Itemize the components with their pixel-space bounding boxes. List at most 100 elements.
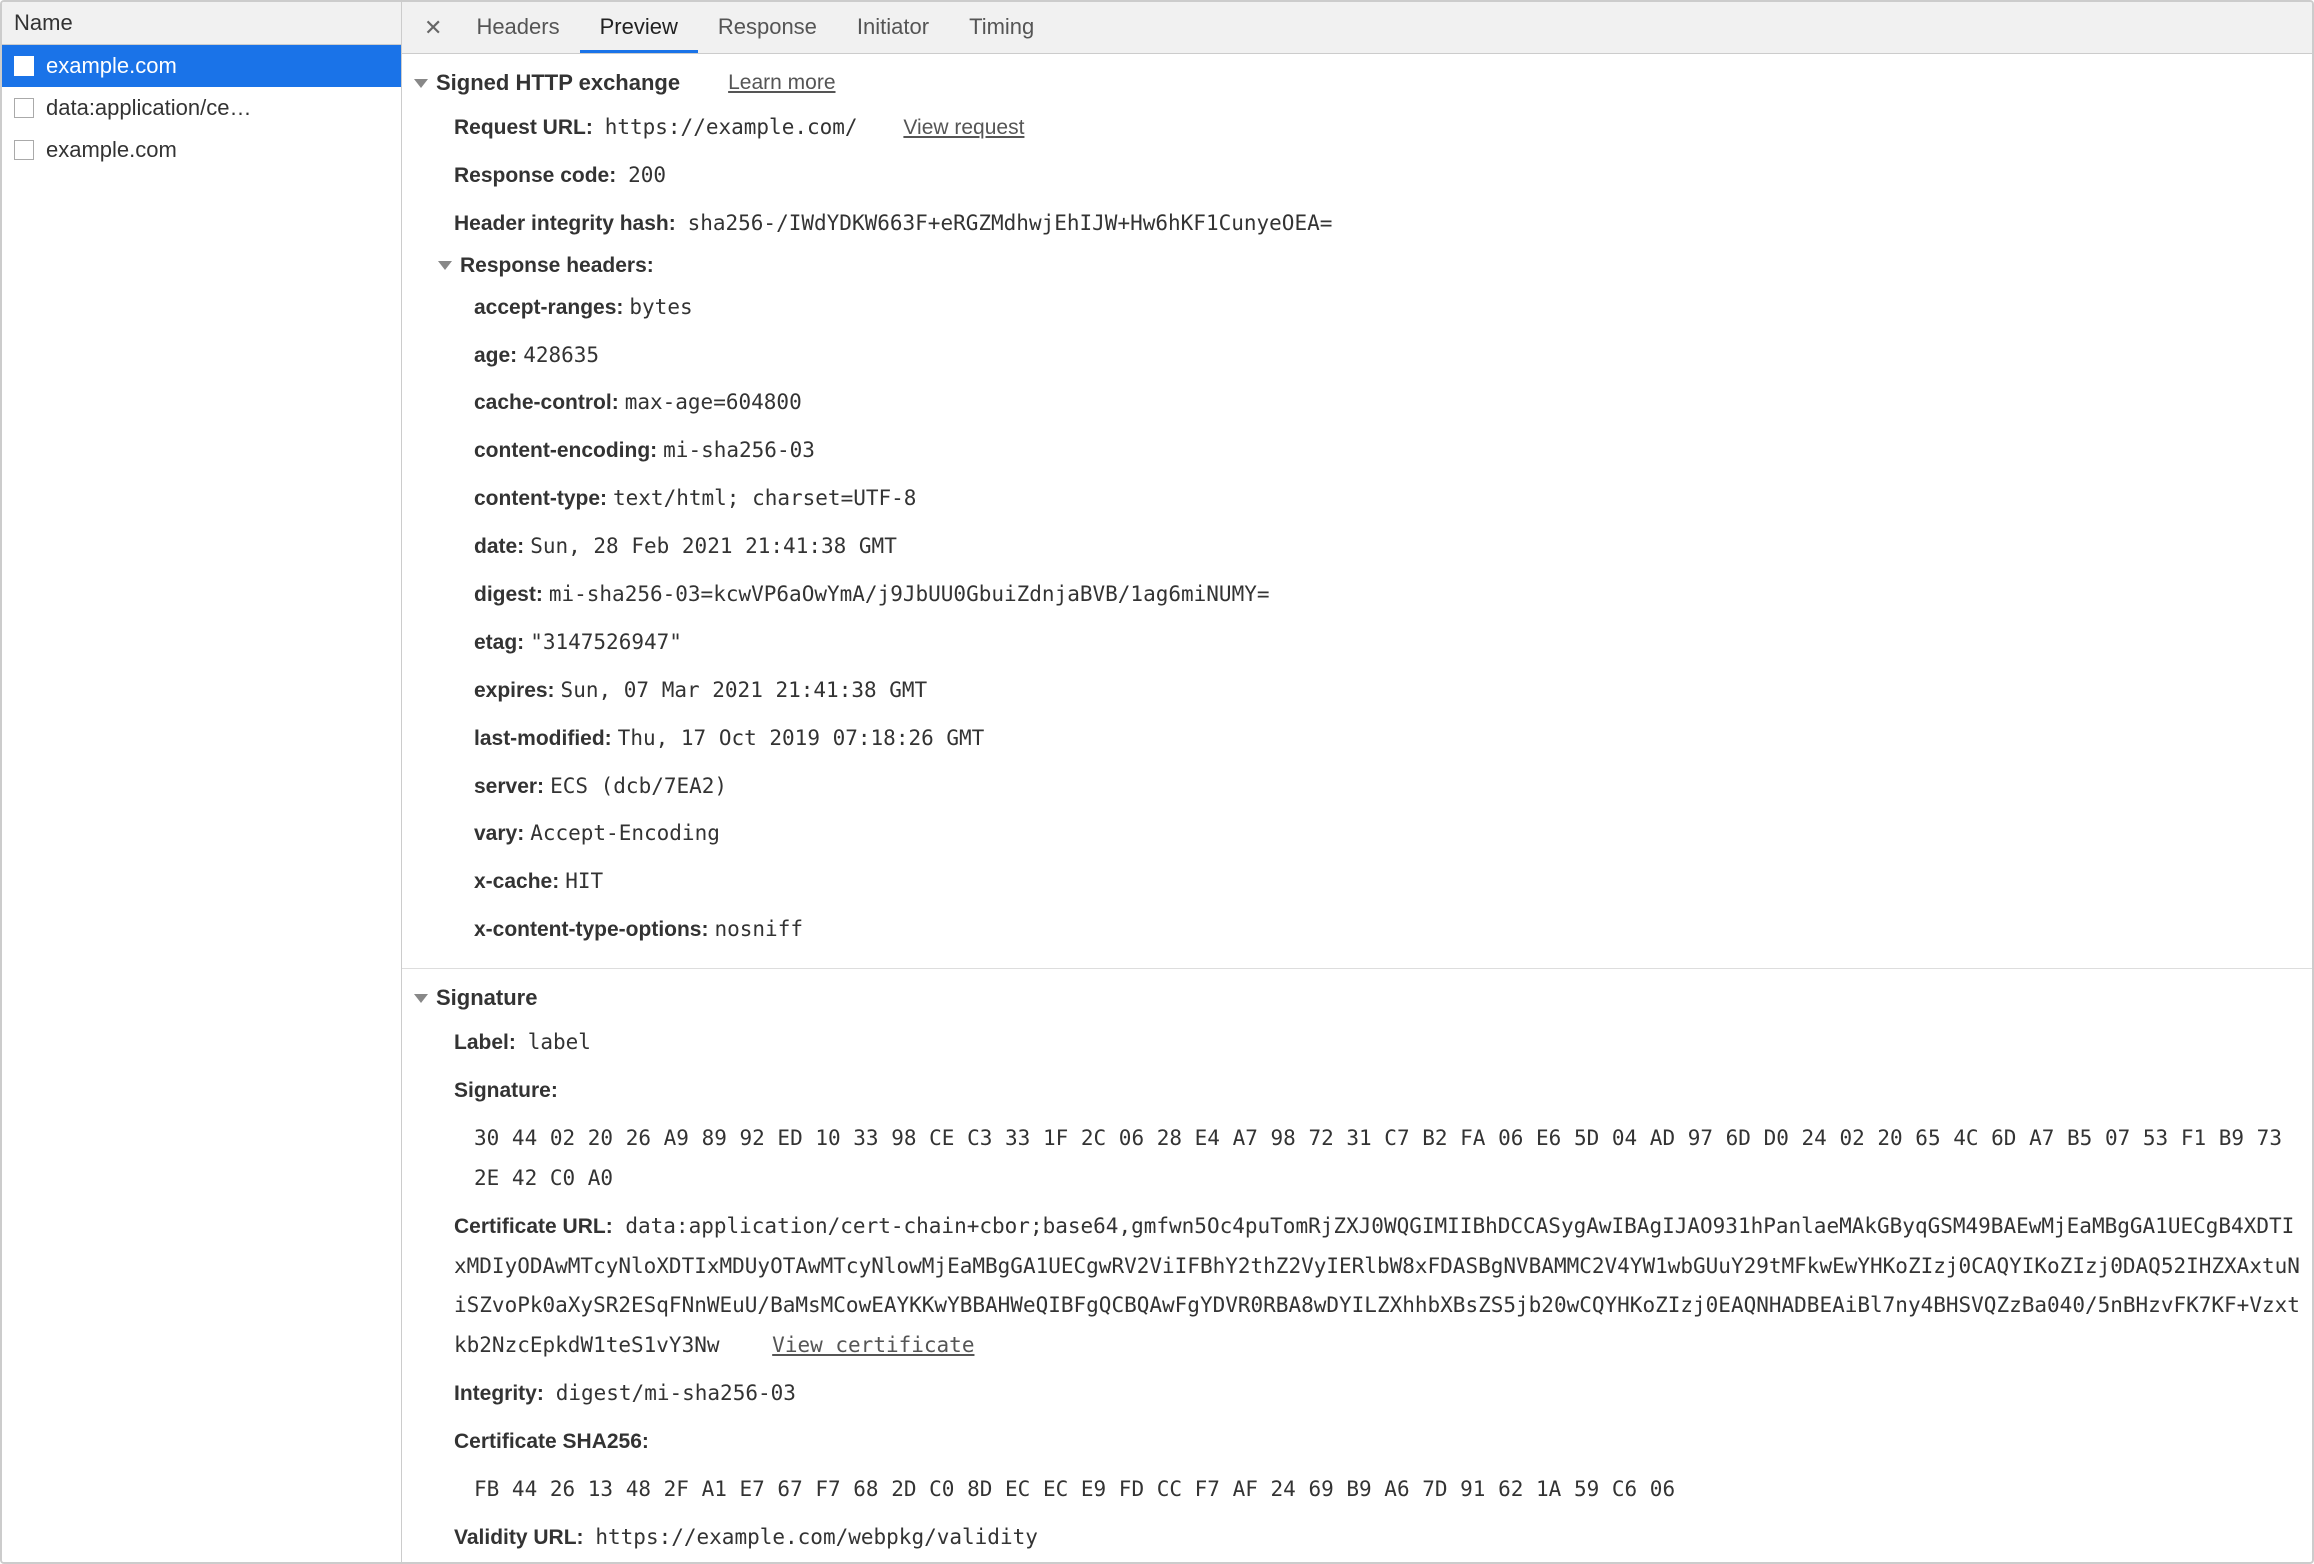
field-value: 200: [628, 163, 666, 187]
header-value: mi-sha256-03=kcwVP6aOwYmA/j9JbUU0GbuiZdn…: [549, 582, 1270, 606]
tab-initiator[interactable]: Initiator: [837, 2, 949, 53]
disclosure-triangle-icon: [414, 994, 428, 1003]
header-key: expires:: [474, 679, 555, 702]
response-header-row: content-type: text/html; charset=UTF-8: [402, 475, 2312, 523]
field-request-url: Request URL: https://example.com/ View r…: [402, 104, 2312, 152]
header-key: accept-ranges:: [474, 296, 623, 319]
field-validity-url: Validity URL: https://example.com/webpkg…: [402, 1514, 2312, 1562]
header-key: server:: [474, 775, 544, 798]
request-label: data:application/ce…: [46, 95, 251, 121]
request-label: example.com: [46, 53, 177, 79]
file-icon: [14, 98, 34, 118]
network-request-item[interactable]: example.com: [2, 45, 401, 87]
subsection-response-headers[interactable]: Response headers:: [402, 248, 2312, 284]
header-key: etag:: [474, 631, 524, 654]
field-value: label: [528, 1030, 591, 1054]
network-request-item[interactable]: example.com: [2, 129, 401, 171]
field-key: Certificate SHA256:: [454, 1430, 649, 1453]
header-key: content-type:: [474, 487, 607, 510]
section-signed-exchange: Signed HTTP exchange Learn more Request …: [402, 54, 2312, 969]
header-value: bytes: [629, 295, 692, 319]
header-key: date:: [474, 535, 524, 558]
response-header-row: server: ECS (dcb/7EA2): [402, 763, 2312, 811]
field-certificate-sha256: Certificate SHA256:: [402, 1418, 2312, 1466]
learn-more-link[interactable]: Learn more: [728, 71, 835, 95]
field-key: Header integrity hash:: [454, 212, 676, 235]
field-key: Signature:: [454, 1079, 558, 1102]
header-value: text/html; charset=UTF-8: [613, 486, 916, 510]
response-header-row: expires: Sun, 07 Mar 2021 21:41:38 GMT: [402, 667, 2312, 715]
preview-content[interactable]: Signed HTTP exchange Learn more Request …: [402, 54, 2312, 1562]
header-value: max-age=604800: [625, 390, 802, 414]
disclosure-triangle-icon: [438, 261, 452, 270]
header-value: Sun, 28 Feb 2021 21:41:38 GMT: [530, 534, 897, 558]
signature-hex: 30 44 02 20 26 A9 89 92 ED 10 33 98 CE C…: [402, 1115, 2312, 1203]
field-value: data:application/cert-chain+cbor;base64,…: [454, 1214, 2300, 1358]
field-integrity: Integrity: digest/mi-sha256-03: [402, 1370, 2312, 1418]
field-key: Label:: [454, 1031, 516, 1054]
field-response-code: Response code: 200: [402, 152, 2312, 200]
section-header[interactable]: Signed HTTP exchange Learn more: [402, 62, 2312, 104]
section-header[interactable]: Signature: [402, 977, 2312, 1019]
header-value: ECS (dcb/7EA2): [550, 774, 727, 798]
subsection-title: Response headers:: [460, 254, 654, 278]
field-certificate-url: Certificate URL: data:application/cert-c…: [402, 1203, 2312, 1371]
tab-headers[interactable]: Headers: [456, 2, 579, 53]
response-header-row: x-cache:HIT: [402, 858, 2312, 906]
header-value: nosniff: [714, 917, 803, 941]
header-value: Accept-Encoding: [530, 821, 720, 845]
certificate-sha256-hex: FB 44 26 13 48 2F A1 E7 67 F7 68 2D C0 8…: [402, 1466, 2312, 1514]
close-icon[interactable]: ✕: [410, 5, 456, 51]
section-signature: Signature Label: label Signature: 30 44 …: [402, 969, 2312, 1562]
tab-preview[interactable]: Preview: [580, 2, 698, 53]
response-header-row: digest: mi-sha256-03=kcwVP6aOwYmA/j9JbUU0…: [402, 571, 2312, 619]
view-certificate-link[interactable]: View certificate: [772, 1333, 974, 1357]
field-key: Response code:: [454, 164, 616, 187]
field-label: Label: label: [402, 1019, 2312, 1067]
response-header-row: content-encoding: mi-sha256-03: [402, 427, 2312, 475]
tab-timing[interactable]: Timing: [949, 2, 1054, 53]
devtools-window: Name example.com data:application/ce… ex…: [0, 0, 2314, 1564]
response-header-row: vary:Accept-Encoding: [402, 810, 2312, 858]
response-header-row: date: Sun, 28 Feb 2021 21:41:38 GMT: [402, 523, 2312, 571]
header-key: content-encoding:: [474, 439, 657, 462]
header-value: 428635: [523, 343, 599, 367]
response-header-row: last-modified: Thu, 17 Oct 2019 07:18:26 …: [402, 715, 2312, 763]
detail-tabbar: ✕ Headers Preview Response Initiator Tim…: [402, 2, 2312, 54]
field-value: sha256-/IWdYDKW663F+eRGZMdhwjEhIJW+Hw6hK…: [688, 211, 1333, 235]
header-value: Sun, 07 Mar 2021 21:41:38 GMT: [561, 678, 928, 702]
field-key: Certificate URL:: [454, 1215, 613, 1238]
network-request-item[interactable]: data:application/ce…: [2, 87, 401, 129]
response-header-row: etag: "3147526947": [402, 619, 2312, 667]
field-key: Integrity:: [454, 1382, 544, 1405]
file-icon: [14, 56, 34, 76]
field-value: https://example.com/webpkg/validity: [595, 1525, 1038, 1549]
section-title: Signed HTTP exchange: [436, 70, 680, 96]
header-key: last-modified:: [474, 727, 612, 750]
network-sidebar: Name example.com data:application/ce… ex…: [2, 2, 402, 1562]
field-signature: Signature:: [402, 1067, 2312, 1115]
field-key: Validity URL:: [454, 1526, 584, 1549]
response-headers-list: accept-ranges: bytes age: 428635 cache-contr…: [402, 284, 2312, 954]
header-key: cache-control:: [474, 391, 619, 414]
field-value: https://example.com/: [605, 115, 858, 139]
header-key: age:: [474, 344, 517, 367]
response-header-row: x-content-type-options:nosniff: [402, 906, 2312, 954]
detail-pane: ✕ Headers Preview Response Initiator Tim…: [402, 2, 2312, 1562]
field-header-integrity-hash: Header integrity hash: sha256-/IWdYDKW66…: [402, 200, 2312, 248]
header-key: digest:: [474, 583, 543, 606]
header-value: "3147526947": [530, 630, 682, 654]
header-value: HIT: [565, 869, 603, 893]
header-value: mi-sha256-03: [663, 438, 815, 462]
field-key: Request URL:: [454, 116, 593, 139]
view-request-link[interactable]: View request: [903, 116, 1024, 139]
sidebar-column-header[interactable]: Name: [2, 2, 401, 45]
field-value: digest/mi-sha256-03: [556, 1381, 796, 1405]
tab-response[interactable]: Response: [698, 2, 837, 53]
header-value: Thu, 17 Oct 2019 07:18:26 GMT: [618, 726, 985, 750]
network-request-list: example.com data:application/ce… example…: [2, 45, 401, 1562]
response-header-row: cache-control: max-age=604800: [402, 379, 2312, 427]
response-header-row: age: 428635: [402, 332, 2312, 380]
disclosure-triangle-icon: [414, 79, 428, 88]
request-label: example.com: [46, 137, 177, 163]
